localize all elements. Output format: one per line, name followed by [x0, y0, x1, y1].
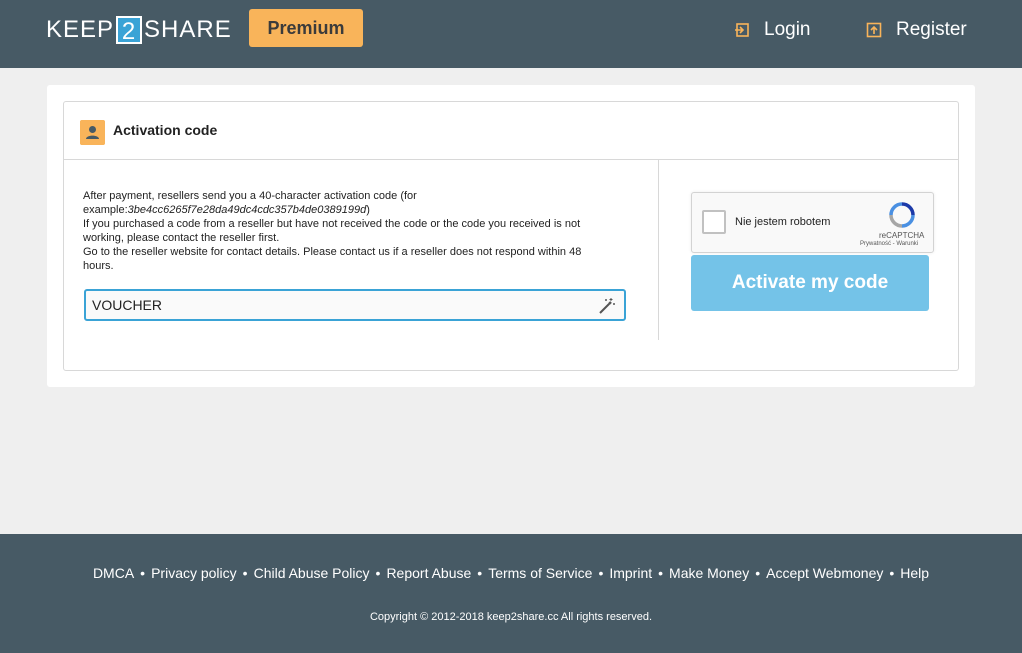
footer-separator: •: [755, 565, 761, 581]
info-line-5: Go to the reseller website for contact d…: [83, 246, 582, 258]
recaptcha-links[interactable]: Prywatność - Warunki: [860, 241, 918, 247]
page-footer: DMCA • Privacy policy • Child Abuse Policy • R…: [0, 534, 1022, 653]
info-line-4: working, please contact the reseller fir…: [83, 232, 280, 244]
card-title: Activation code: [113, 122, 218, 138]
premium-button[interactable]: Premium: [249, 9, 363, 47]
footer-separator: •: [477, 565, 483, 581]
recaptcha-logo-icon: [889, 202, 915, 228]
recaptcha-widget: Nie jestem robotem reCAPTCHA Prywatność …: [691, 192, 934, 253]
info-example-prefix: example:: [83, 204, 128, 216]
footer-link-help[interactable]: Help: [900, 565, 929, 581]
info-line-6: hours.: [83, 260, 114, 272]
login-label: Login: [764, 19, 811, 40]
magic-wand-icon[interactable]: [598, 297, 616, 315]
footer-separator: •: [140, 565, 146, 581]
activation-card: Activation code After payment, resellers…: [63, 101, 959, 371]
top-header: KEEP 2 SHARE Premium Login Register: [0, 0, 1022, 68]
login-arrow-icon: [735, 23, 749, 37]
activation-instructions: After payment, resellers send you a 40-c…: [83, 189, 613, 273]
card-header: Activation code: [64, 102, 958, 160]
info-line-1: After payment, resellers send you a 40-c…: [83, 190, 417, 202]
logo-text-share: SHARE: [144, 16, 232, 43]
activation-code-field[interactable]: [84, 289, 626, 321]
footer-link-report-abuse[interactable]: Report Abuse: [386, 565, 471, 581]
info-line-2: example:3be4cc6265f7e28da49dc4cdc357b4de…: [83, 204, 370, 216]
footer-separator: •: [889, 565, 895, 581]
activate-code-button[interactable]: Activate my code: [691, 255, 929, 311]
activation-code-input[interactable]: [92, 291, 592, 319]
footer-links: DMCA • Privacy policy • Child Abuse Policy • R…: [0, 565, 1022, 581]
register-upload-icon: [866, 22, 882, 38]
logo-text-keep: KEEP: [46, 16, 115, 43]
footer-link-privacy[interactable]: Privacy policy: [151, 565, 237, 581]
footer-link-make-money[interactable]: Make Money: [669, 565, 749, 581]
register-label: Register: [896, 19, 967, 40]
footer-separator: •: [242, 565, 248, 581]
column-divider: [658, 160, 659, 340]
footer-separator: •: [658, 565, 664, 581]
footer-separator: •: [598, 565, 604, 581]
register-link[interactable]: Register: [866, 16, 967, 44]
footer-link-webmoney[interactable]: Accept Webmoney: [766, 565, 883, 581]
copyright-text: Copyright © 2012-2018 keep2share.cc All …: [369, 611, 653, 623]
footer-link-dmca[interactable]: DMCA: [93, 565, 134, 581]
login-link[interactable]: Login: [734, 16, 811, 44]
info-example-code: 3be4cc6265f7e28da49dc4cdc357b4de0389199d: [127, 204, 367, 216]
recaptcha-label: Nie jestem robotem: [735, 216, 831, 228]
footer-link-imprint[interactable]: Imprint: [609, 565, 652, 581]
user-icon: [80, 120, 105, 145]
logo-text-two: 2: [116, 16, 143, 45]
info-line-3: If you purchased a code from a reseller …: [83, 218, 581, 230]
footer-link-child-abuse[interactable]: Child Abuse Policy: [254, 565, 370, 581]
footer-separator: •: [375, 565, 381, 581]
footer-link-terms[interactable]: Terms of Service: [488, 565, 592, 581]
recaptcha-checkbox[interactable]: [702, 210, 726, 234]
recaptcha-brand: reCAPTCHA: [879, 231, 925, 240]
site-logo[interactable]: KEEP 2 SHARE: [46, 16, 232, 45]
